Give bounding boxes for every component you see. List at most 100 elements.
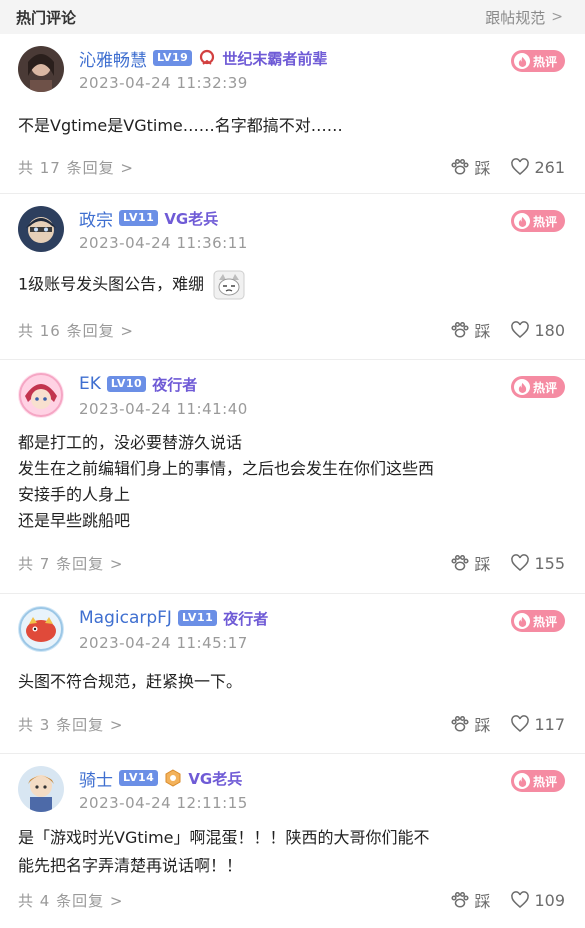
comment-line: 还是早些跳船吧 [18,511,131,530]
comment-meta: 沁雅畅慧 LV19 世纪末霸者前辈 2023-04-24 11:32:39 [79,46,327,93]
timestamp: 2023-04-24 11:45:17 [79,634,248,652]
dislike-label: 踩 [474,716,491,735]
flame-icon [514,53,530,69]
username[interactable]: MagicarpFJ [79,608,172,628]
avatar-image-icon [18,606,64,652]
timestamp: 2023-04-24 11:36:11 [79,234,248,252]
dislike-button[interactable]: 踩 [450,712,490,736]
dislike-button[interactable]: 踩 [450,155,490,179]
flame-icon [514,613,530,629]
dislike-button[interactable]: 踩 [450,318,490,342]
posting-rules-link[interactable]: 跟帖规范 > [485,7,563,28]
user-title: VG老兵 [188,769,243,788]
user-title: VG老兵 [164,209,219,228]
comment-body: 不是Vgtime是VGtime……名字都搞不对…… [18,114,343,138]
like-count: 261 [534,157,565,177]
like-button[interactable]: 155 [510,553,565,573]
timestamp: 2023-04-24 12:11:15 [79,794,248,812]
comment-item: MagicarpFJ LV11 夜行者 2023-04-24 11:45:17 … [0,594,585,754]
heart-icon [511,321,530,338]
username[interactable]: 政宗 [79,206,113,231]
paw-icon [451,554,469,571]
dislike-label: 踩 [474,322,491,341]
dislike-label: 踩 [474,892,491,911]
comment-line: 是「游戏时光VGtime」啊混蛋！！！陕西的大哥你们能不 [18,828,430,847]
level-badge: LV11 [177,610,218,626]
reply-count-link[interactable]: 共 7 条回复 > [18,553,123,574]
like-button[interactable]: 109 [510,890,565,910]
comment-line: 发生在之前编辑们身上的事情，之后也会发生在你们这些西 [18,459,435,478]
like-count: 117 [534,714,565,734]
comment-body: 是「游戏时光VGtime」啊混蛋！！！陕西的大哥你们能不 能先把名字弄清楚再说话… [18,824,430,880]
title-emblem-icon [198,49,216,67]
hot-label: 热评 [533,380,558,395]
posting-rules-label: 跟帖规范 [485,8,546,27]
chevron-right-icon: > [551,9,563,25]
heart-icon [511,554,530,571]
flame-icon [514,213,530,229]
comment-footer: 共 7 条回复 > 踩 155 [18,551,565,575]
hot-comment-badge: 热评 [511,50,565,72]
sticker-emoji-icon [213,270,245,300]
avatar-image-icon [18,46,64,92]
comment-line: 1级账号发头图公告，难绷 [18,274,205,294]
like-button[interactable]: 261 [510,157,565,177]
comment-footer: 共 17 条回复 > 踩 261 [18,155,565,179]
paw-icon [451,891,469,908]
reply-count-link[interactable]: 共 17 条回复 > [18,157,134,178]
user-title: 夜行者 [152,375,198,394]
user-title: 夜行者 [223,609,269,628]
comment-line: 头图不符合规范，赶紧换一下。 [18,672,243,691]
like-count: 155 [534,553,565,573]
comment-item: 骑士 LV14 VG老兵 2023-04-24 12:11:15 热评 是「游戏… [0,754,585,928]
avatar[interactable] [18,606,64,652]
dislike-button[interactable]: 踩 [450,551,490,575]
comment-footer: 共 4 条回复 > 踩 109 [18,888,565,912]
flame-icon [514,379,530,395]
heart-icon [511,715,530,732]
level-badge: LV10 [106,376,147,392]
comment-meta: EK LV10 夜行者 2023-04-24 11:41:40 [79,372,248,418]
comment-meta: 政宗 LV11 VG老兵 2023-04-24 11:36:11 [79,206,248,253]
hot-comment-badge: 热评 [511,610,565,632]
username[interactable]: EK [79,374,101,394]
comment-body: 1级账号发头图公告，难绷 [18,270,245,300]
paw-icon [451,321,469,338]
comment-meta: MagicarpFJ LV11 夜行者 2023-04-24 11:45:17 [79,606,268,652]
comment-footer: 共 16 条回复 > 踩 180 [18,318,565,342]
level-badge: LV11 [119,210,159,226]
comment-line: 不是Vgtime是VGtime……名字都搞不对…… [18,116,343,135]
timestamp: 2023-04-24 11:32:39 [79,74,248,92]
dislike-label: 踩 [474,159,491,178]
avatar[interactable] [18,46,64,92]
like-button[interactable]: 117 [510,714,565,734]
comment-item: 沁雅畅慧 LV19 世纪末霸者前辈 2023-04-24 11:32:39 热评… [0,34,585,194]
dislike-button[interactable]: 踩 [450,888,490,912]
username[interactable]: 骑士 [79,766,113,791]
comment-body: 都是打工的，没必要替游久说话 发生在之前编辑们身上的事情，之后也会发生在你们这些… [18,430,434,534]
comment-list: 沁雅畅慧 LV19 世纪末霸者前辈 2023-04-24 11:32:39 热评… [0,34,585,928]
avatar-image-icon [18,206,64,252]
avatar[interactable] [18,766,64,812]
heart-icon [511,158,530,175]
like-button[interactable]: 180 [510,320,565,340]
reply-count-link[interactable]: 共 3 条回复 > [18,714,123,735]
hot-label: 热评 [533,614,558,629]
reply-count-link[interactable]: 共 16 条回复 > [18,320,134,341]
heart-icon [511,891,530,908]
hot-comments-header: 热门评论 跟帖规范 > [0,0,585,34]
avatar-image-icon [18,372,64,418]
avatar[interactable] [18,206,64,252]
comment-line: 都是打工的，没必要替游久说话 [18,433,243,452]
hot-label: 热评 [533,774,558,789]
hot-label: 热评 [533,54,558,69]
comment-meta: 骑士 LV14 VG老兵 2023-04-24 12:11:15 [79,766,248,812]
timestamp: 2023-04-24 11:41:40 [79,400,248,418]
avatar[interactable] [18,372,64,418]
username[interactable]: 沁雅畅慧 [79,46,147,71]
hot-comment-badge: 热评 [511,210,565,232]
comment-footer: 共 3 条回复 > 踩 117 [18,712,565,736]
hexagon-emblem-icon [164,769,182,787]
reply-count-link[interactable]: 共 4 条回复 > [18,890,123,911]
level-badge: LV19 [153,50,193,66]
